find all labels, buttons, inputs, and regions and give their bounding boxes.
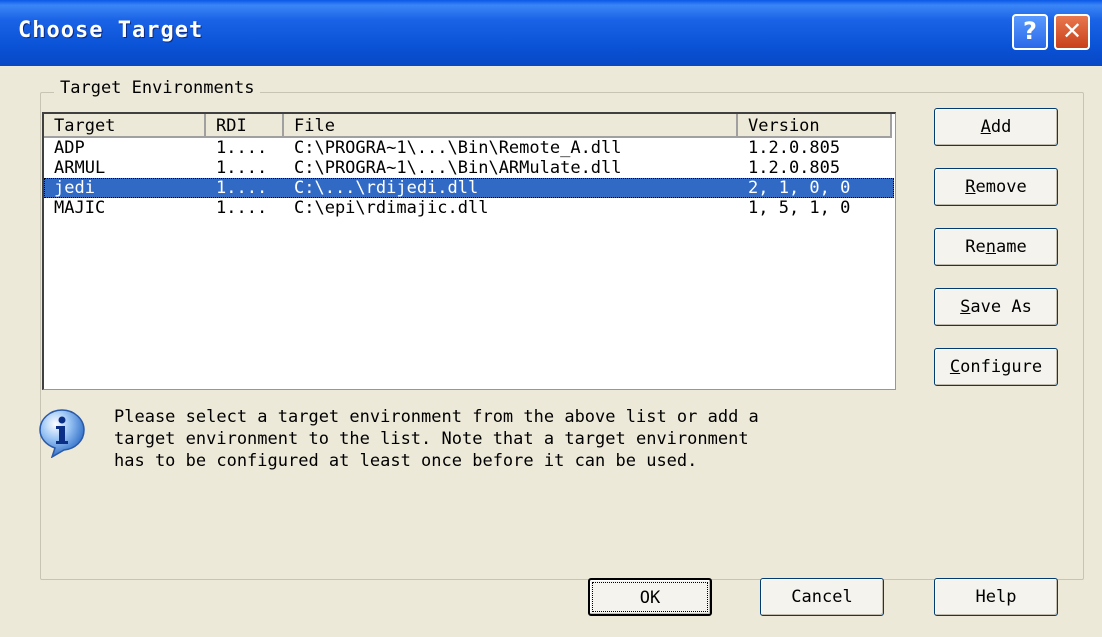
question-mark-icon: ?	[1023, 17, 1037, 45]
cell-rdi: 1....	[216, 138, 268, 158]
info-message: Please select a target environment from …	[114, 406, 894, 472]
group-label: Target Environments	[54, 78, 261, 98]
cancel-button[interactable]: Cancel	[760, 578, 884, 616]
cell-version: 1, 5, 1, 0	[748, 198, 851, 218]
help-button[interactable]: Help	[934, 578, 1058, 616]
table-row[interactable]: MAJIC 1.... C:\epi\rdimajic.dll 1, 5, 1, 0	[44, 198, 894, 218]
cell-file: C:\PROGRA~1\...\Bin\ARMulate.dll	[294, 158, 622, 178]
cell-rdi: 1....	[216, 158, 268, 178]
info-line: has to be configured at least once befor…	[114, 451, 698, 471]
button-label: Save As	[960, 297, 1032, 317]
configure-button[interactable]: Configure	[934, 348, 1058, 386]
choose-target-dialog: Choose Target ? ✕ Target Environments Ta…	[0, 0, 1102, 637]
cell-target: MAJIC	[54, 198, 106, 218]
column-header-rdi[interactable]: RDI	[206, 114, 284, 138]
info-line: Please select a target environment from …	[114, 407, 759, 427]
cell-version: 1.2.0.805	[748, 138, 841, 158]
button-label: Rename	[965, 237, 1027, 257]
cell-target: ARMUL	[54, 158, 106, 178]
cell-target: ADP	[54, 138, 85, 158]
column-header-version[interactable]: Version	[738, 114, 892, 138]
help-title-button[interactable]: ?	[1012, 14, 1048, 50]
dialog-client-area: Target Environments Target RDI File Vers…	[4, 66, 1098, 633]
title-bar[interactable]: Choose Target ? ✕	[0, 0, 1102, 66]
list-header: Target RDI File Version	[44, 114, 894, 138]
column-header-file[interactable]: File	[284, 114, 738, 138]
cell-file: C:\epi\rdimajic.dll	[294, 198, 489, 218]
table-row[interactable]: ARMUL 1.... C:\PROGRA~1\...\Bin\ARMulate.d…	[44, 158, 894, 178]
cell-version: 2, 1, 0, 0	[748, 178, 851, 198]
cell-rdi: 1....	[216, 178, 268, 198]
column-header-target[interactable]: Target	[44, 114, 206, 138]
add-button[interactable]: Add	[934, 108, 1058, 146]
button-label: Configure	[949, 357, 1043, 377]
cell-target: jedi	[54, 178, 95, 198]
table-row[interactable]: jedi 1.... C:\...\rdijedi.dll 2, 1, 0, 0	[44, 178, 894, 198]
close-button[interactable]: ✕	[1054, 14, 1090, 50]
button-label: Add	[980, 117, 1012, 137]
button-label: Remove	[965, 177, 1027, 197]
ok-button[interactable]: OK	[588, 578, 712, 616]
save-as-button[interactable]: Save As	[934, 288, 1058, 326]
cell-version: 1.2.0.805	[748, 158, 841, 178]
cell-file: C:\PROGRA~1\...\Bin\Remote_A.dll	[294, 138, 622, 158]
cell-file: C:\...\rdijedi.dll	[294, 178, 479, 198]
info-line: target environment to the list. Note tha…	[114, 429, 749, 449]
target-list[interactable]: Target RDI File Version ADP 1.... C:\PROGR…	[42, 112, 896, 390]
cell-rdi: 1....	[216, 198, 268, 218]
remove-button[interactable]: Remove	[934, 168, 1058, 206]
window-title: Choose Target	[18, 18, 204, 43]
info-icon	[39, 409, 85, 458]
table-row[interactable]: ADP 1.... C:\PROGRA~1\...\Bin\Remote_A.dll…	[44, 138, 894, 158]
close-icon: ✕	[1061, 17, 1083, 45]
rename-button[interactable]: Rename	[934, 228, 1058, 266]
